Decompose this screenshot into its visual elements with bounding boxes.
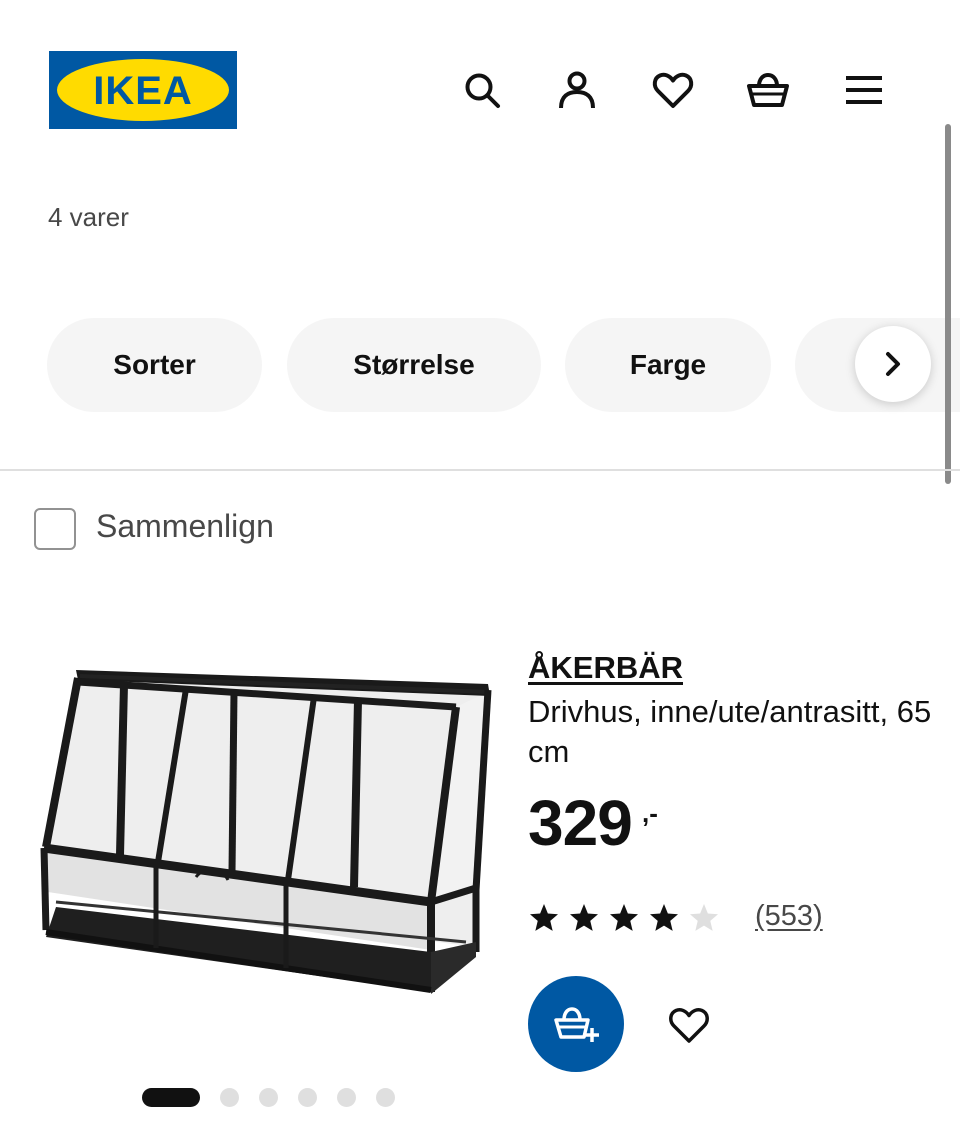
chevron-right-icon xyxy=(886,352,900,376)
star-empty-icon xyxy=(690,904,718,931)
add-to-basket-icon xyxy=(554,1007,599,1042)
profile-button[interactable] xyxy=(553,66,601,114)
heart-icon xyxy=(669,1008,709,1043)
carousel-dot[interactable] xyxy=(259,1088,278,1107)
logo-text: IKEA xyxy=(93,69,193,113)
compare-checkbox[interactable] xyxy=(34,508,76,550)
product-name-link[interactable]: ÅKERBÄR xyxy=(528,650,683,686)
price-suffix: ,- xyxy=(642,798,658,828)
carousel-dot[interactable] xyxy=(298,1088,317,1107)
carousel-dot[interactable] xyxy=(337,1088,356,1107)
add-to-cart-button[interactable] xyxy=(528,976,624,1072)
star-icon xyxy=(610,904,638,931)
filter-color-button[interactable]: Farge xyxy=(565,318,771,412)
rating-stars xyxy=(528,902,720,934)
carousel-dot[interactable] xyxy=(220,1088,239,1107)
filter-size-button[interactable]: Størrelse xyxy=(287,318,541,412)
add-to-favourites-button[interactable] xyxy=(664,1000,714,1050)
scrollbar[interactable] xyxy=(945,124,951,484)
profile-icon xyxy=(559,71,595,109)
review-count-link[interactable]: (553) xyxy=(755,900,823,933)
carousel-dot[interactable] xyxy=(376,1088,395,1107)
filter-sort-button[interactable]: Sorter xyxy=(47,318,262,412)
result-count: 4 varer xyxy=(48,202,129,232)
heart-icon xyxy=(652,72,694,108)
search-button[interactable] xyxy=(458,66,506,114)
image-carousel-dots xyxy=(142,1088,395,1107)
search-icon xyxy=(465,73,500,108)
product-description: Drivhus, inne/ute/antrasitt, 65 cm xyxy=(528,694,932,769)
favourites-button[interactable] xyxy=(649,66,697,114)
menu-icon xyxy=(846,76,882,104)
star-icon xyxy=(530,904,558,931)
basket-button[interactable] xyxy=(744,66,792,114)
ikea-logo[interactable]: IKEA xyxy=(49,51,237,129)
divider xyxy=(0,469,960,471)
carousel-dot-active[interactable] xyxy=(142,1088,200,1107)
star-icon xyxy=(650,904,678,931)
compare-label: Sammenlign xyxy=(96,508,274,544)
basket-icon xyxy=(747,72,789,107)
filter-next-button[interactable] xyxy=(855,326,931,402)
product-price: 329 xyxy=(528,787,633,859)
greenhouse-image[interactable] xyxy=(36,652,498,1004)
star-icon xyxy=(570,904,598,931)
menu-button[interactable] xyxy=(840,66,888,114)
